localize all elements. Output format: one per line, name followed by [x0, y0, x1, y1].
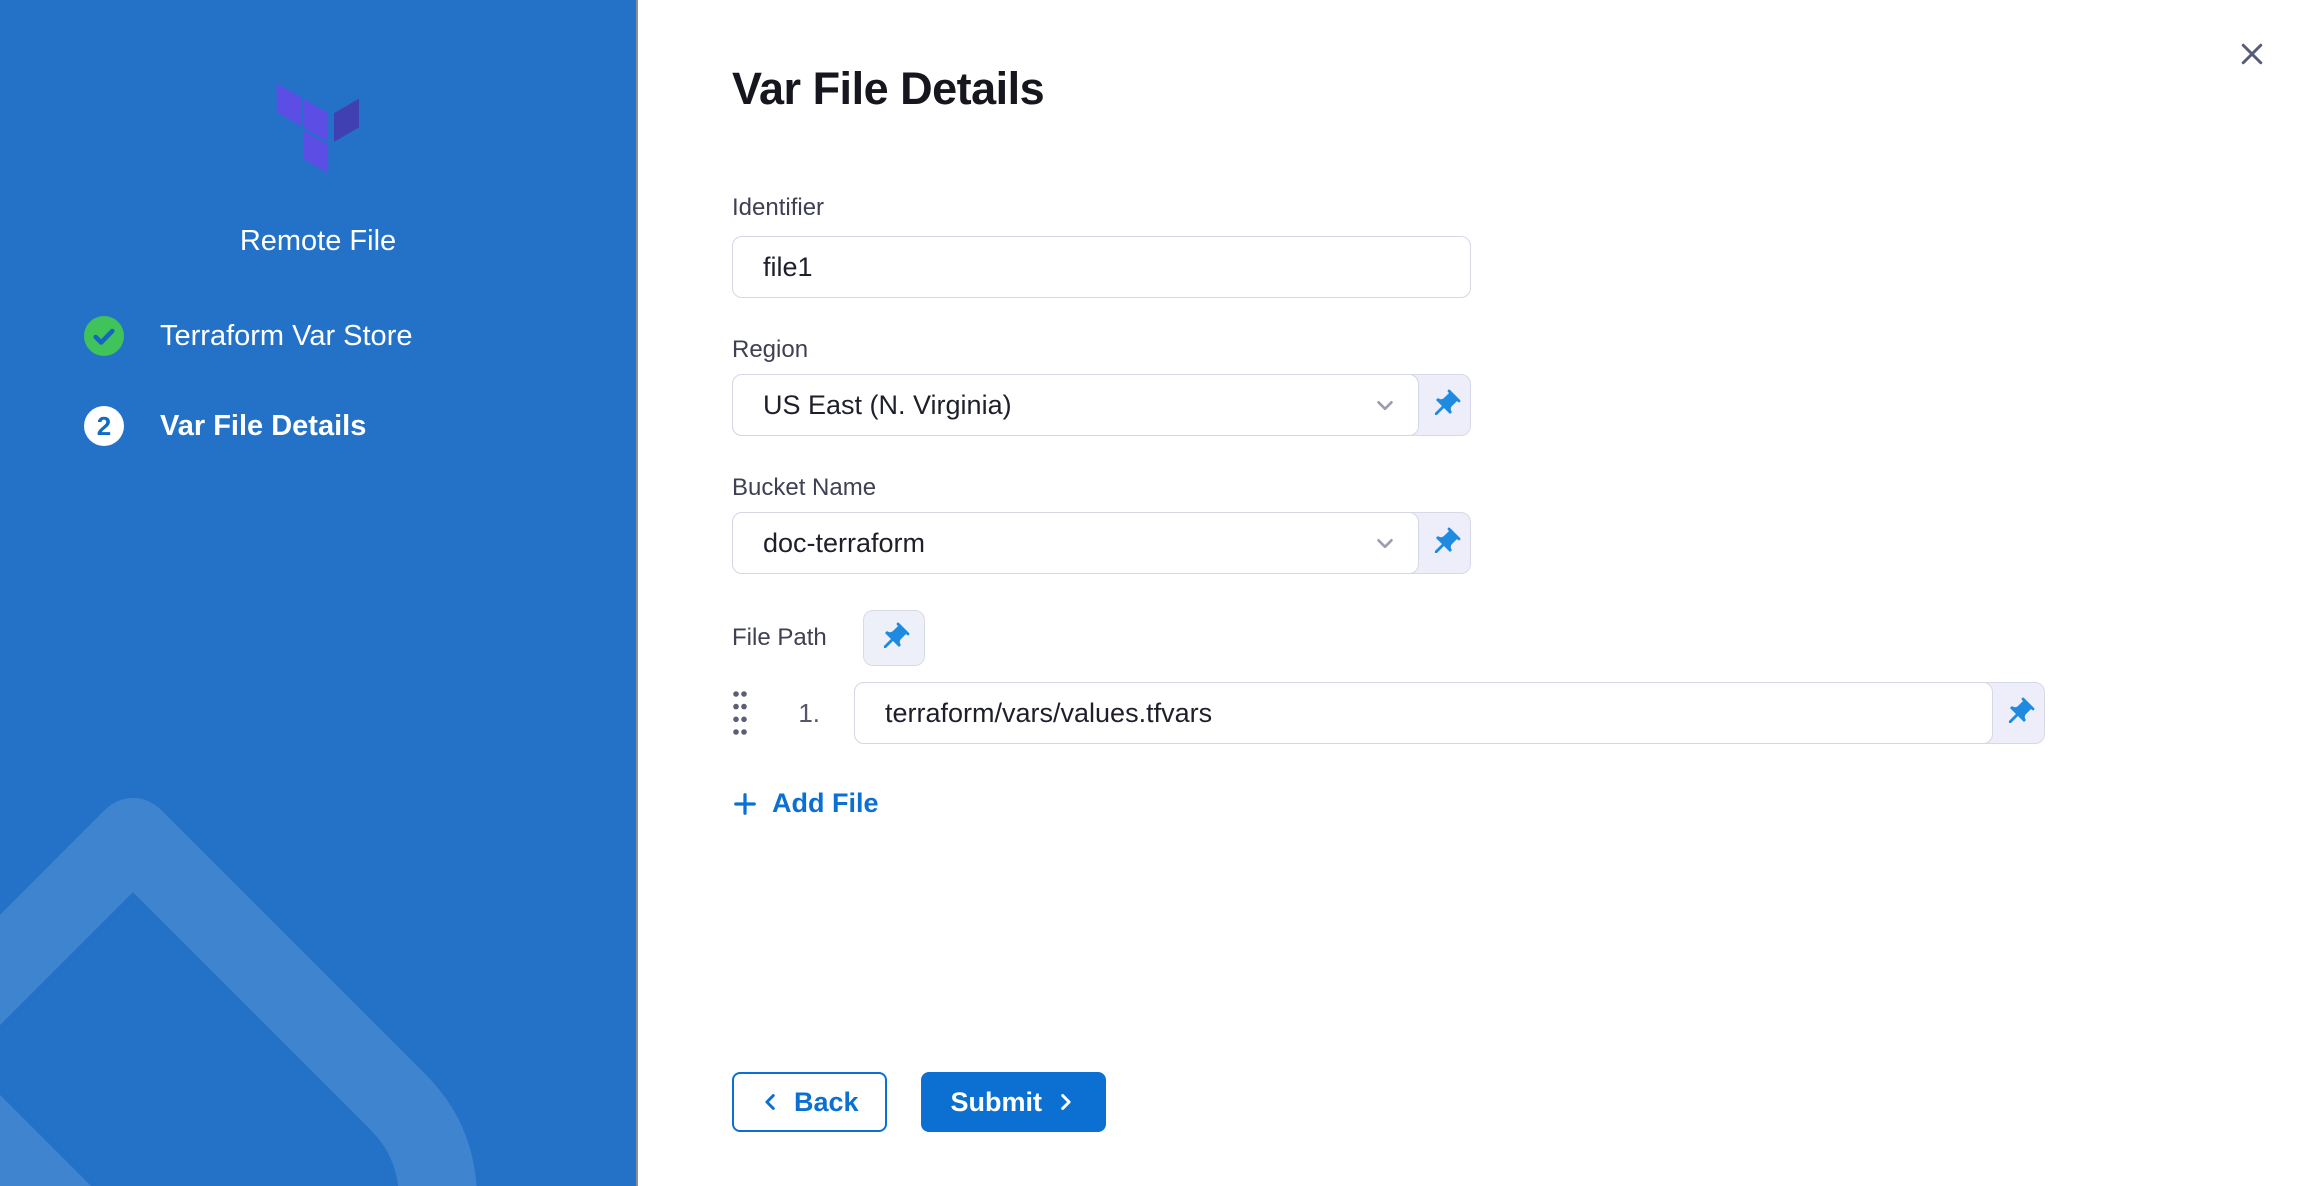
back-button[interactable]: Back	[732, 1072, 887, 1132]
close-icon	[2237, 39, 2267, 69]
identifier-label: Identifier	[732, 194, 2318, 222]
add-file-label: Add File	[772, 788, 879, 819]
region-select-group: US East (N. Virginia)	[732, 374, 1471, 436]
page-title: Var File Details	[732, 62, 2318, 116]
wizard-sidebar: Remote File Terraform Var Store 2 Var Fi…	[0, 0, 638, 1186]
step-number-badge: 2	[84, 406, 124, 446]
file-path-input[interactable]	[854, 682, 1993, 744]
file-path-row: 1.	[732, 682, 2318, 744]
file-path-label: File Path	[732, 624, 827, 652]
step-terraform-var-store[interactable]: Terraform Var Store	[0, 316, 636, 356]
add-file-button[interactable]: Add File	[732, 788, 879, 819]
step-label: Terraform Var Store	[160, 320, 412, 353]
step-complete-check-icon	[84, 316, 124, 356]
bucket-name-selected-value: doc-terraform	[763, 528, 925, 559]
bucket-name-label: Bucket Name	[732, 474, 2318, 502]
submit-button[interactable]: Submit	[921, 1072, 1107, 1132]
file-path-row-index: 1.	[790, 698, 820, 729]
close-button[interactable]	[2232, 34, 2272, 74]
step-label: Var File Details	[160, 410, 366, 443]
identifier-input[interactable]	[732, 236, 1471, 298]
pin-icon	[1428, 526, 1462, 560]
region-select[interactable]: US East (N. Virginia)	[732, 374, 1419, 436]
back-button-label: Back	[794, 1087, 859, 1118]
wizard-title: Remote File	[0, 224, 636, 258]
region-runtime-input-pin-button[interactable]	[1419, 375, 1470, 435]
chevron-right-icon	[1054, 1091, 1076, 1113]
wizard-steps: Terraform Var Store 2 Var File Details	[0, 316, 636, 446]
file-path-header: File Path	[732, 610, 2318, 666]
plus-icon	[732, 791, 758, 817]
pin-icon	[2002, 696, 2036, 730]
var-file-details-modal: Remote File Terraform Var Store 2 Var Fi…	[0, 0, 2318, 1186]
drag-handle-icon[interactable]	[732, 689, 750, 737]
submit-button-label: Submit	[951, 1087, 1043, 1118]
bucket-name-select[interactable]: doc-terraform	[732, 512, 1419, 574]
file-path-row-runtime-input-pin-button[interactable]	[1993, 683, 2044, 743]
chevron-down-icon	[1372, 392, 1398, 418]
wizard-footer: Back Submit	[732, 1072, 1106, 1132]
var-file-details-panel: Var File Details Identifier Region US Ea…	[638, 0, 2318, 1186]
region-selected-value: US East (N. Virginia)	[763, 390, 1012, 421]
chevron-down-icon	[1372, 530, 1398, 556]
step-var-file-details[interactable]: 2 Var File Details	[0, 406, 636, 446]
file-path-runtime-input-pin-button[interactable]	[863, 610, 925, 666]
bucket-name-runtime-input-pin-button[interactable]	[1419, 513, 1470, 573]
bucket-name-select-group: doc-terraform	[732, 512, 1471, 574]
region-label: Region	[732, 336, 2318, 364]
terraform-logo	[273, 78, 363, 174]
chevron-left-icon	[760, 1091, 782, 1113]
pin-icon	[877, 621, 911, 655]
pin-icon	[1428, 388, 1462, 422]
file-path-input-group	[854, 682, 2045, 744]
